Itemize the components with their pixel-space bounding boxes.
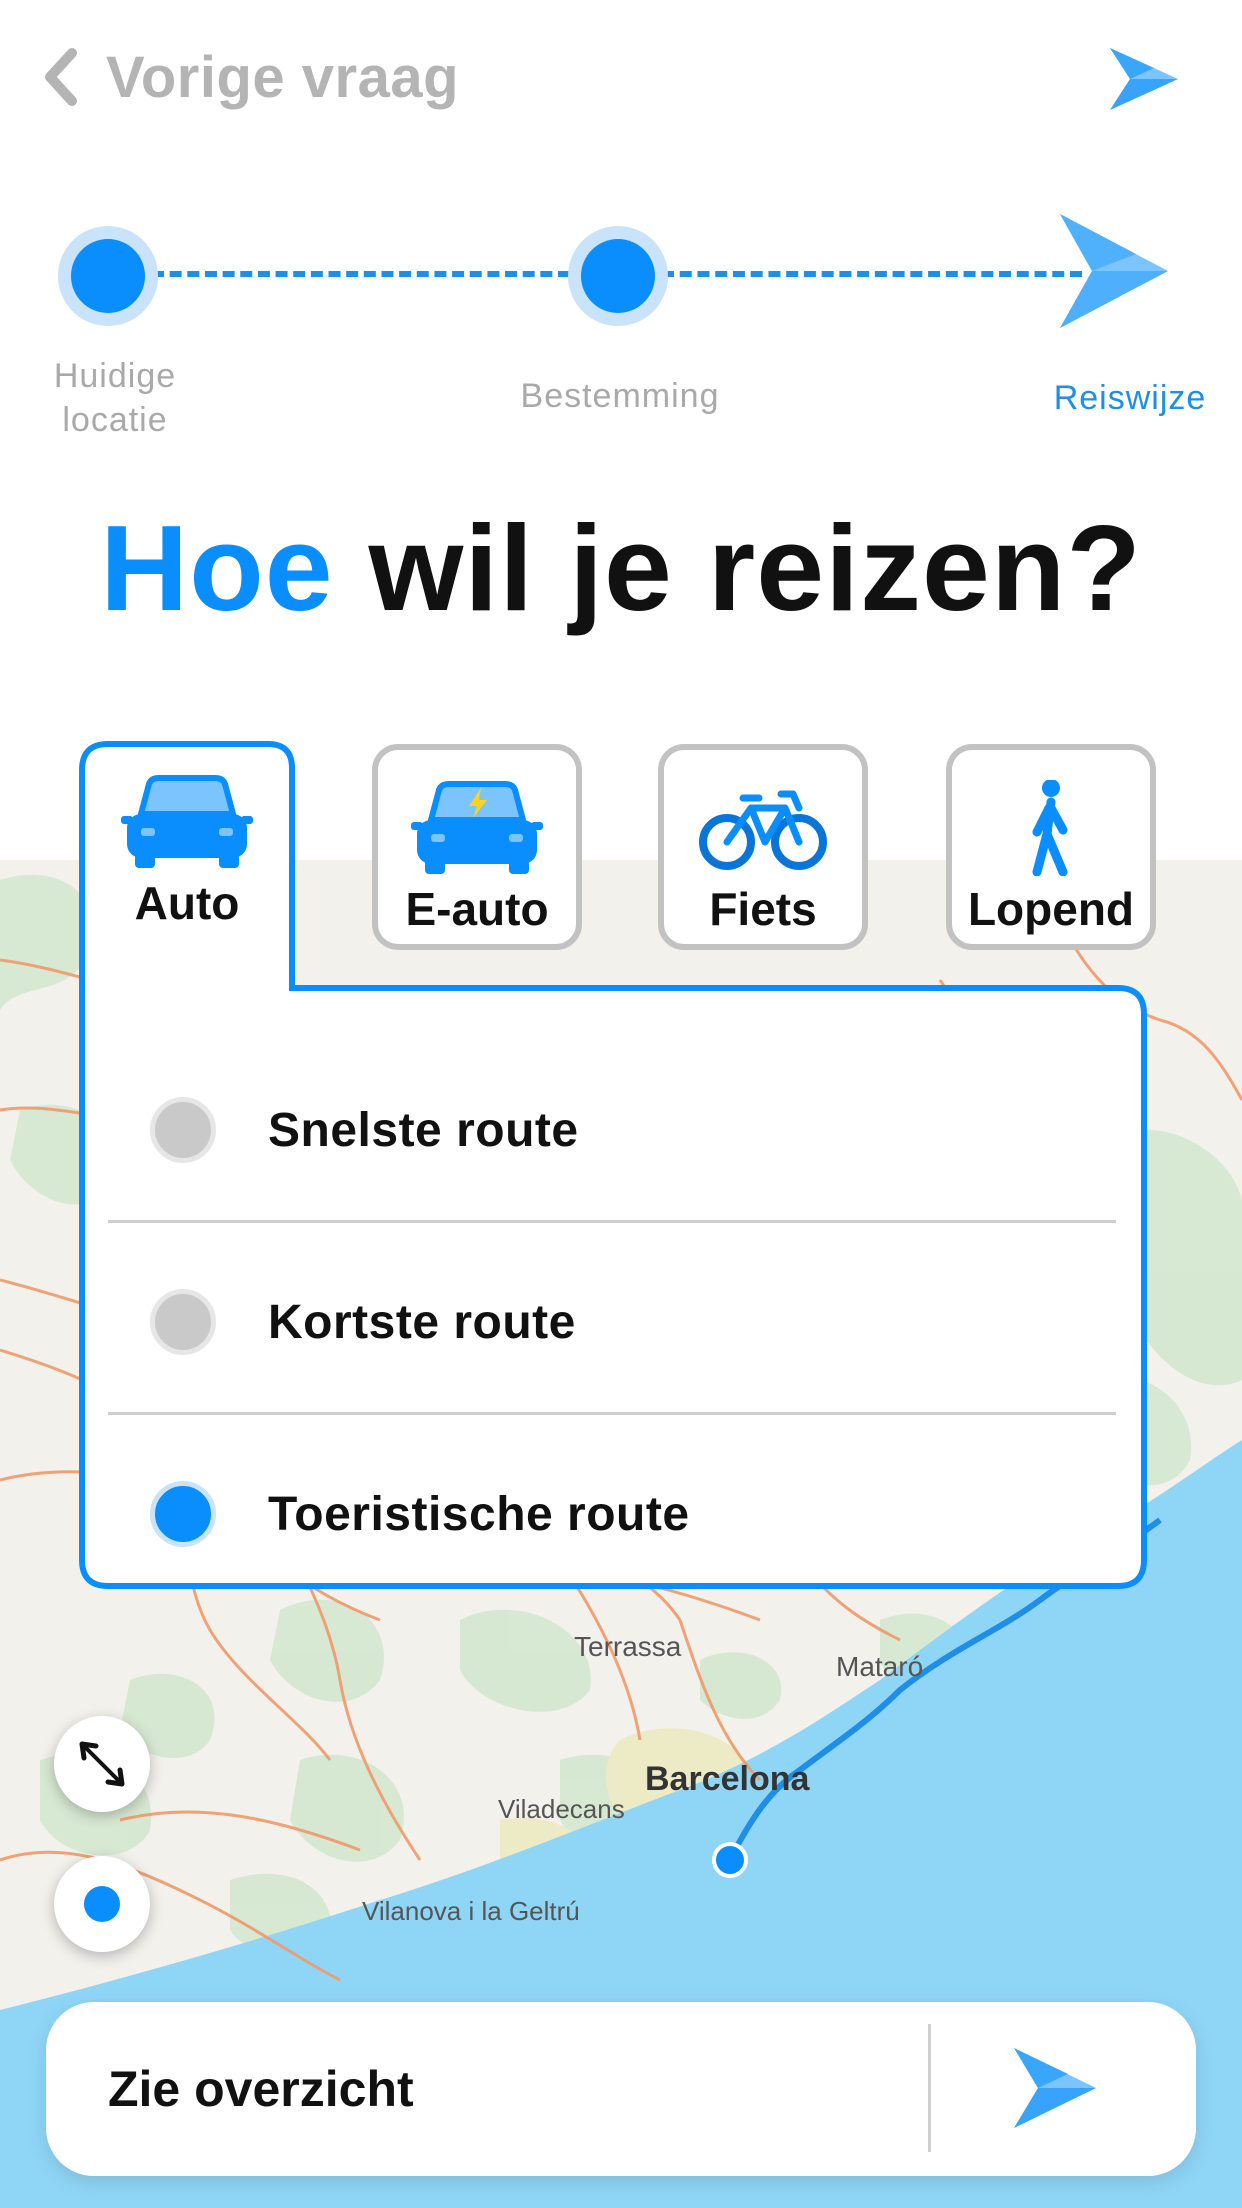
transport-tab-label: Fiets bbox=[709, 883, 817, 935]
walking-person-icon bbox=[1032, 780, 1068, 876]
overview-bar[interactable]: Zie overzicht bbox=[46, 2002, 1196, 2176]
route-option-kortste[interactable]: Kortste route bbox=[108, 1232, 1118, 1412]
location-dot-icon bbox=[84, 1886, 120, 1922]
overview-label: Zie overzicht bbox=[108, 2061, 414, 2117]
step-dot-bestemming[interactable] bbox=[568, 226, 668, 326]
chevron-left-icon bbox=[45, 48, 77, 106]
brand-arrow-icon bbox=[1110, 48, 1178, 110]
step-arrow-icon bbox=[1060, 214, 1168, 328]
electric-car-icon bbox=[411, 781, 543, 874]
bottom-divider bbox=[928, 2024, 931, 2152]
car-icon bbox=[121, 775, 253, 868]
bicycle-icon bbox=[699, 790, 827, 870]
step-connector bbox=[152, 271, 570, 277]
step-label-huidige-locatie: Huidige locatie bbox=[53, 357, 177, 439]
next-arrow-icon[interactable] bbox=[1006, 2040, 1102, 2136]
step-label-bestemming: Bestemming bbox=[520, 377, 720, 415]
back-button[interactable]: Vorige vraag bbox=[38, 42, 459, 112]
step-dot-huidige-locatie[interactable] bbox=[58, 226, 158, 326]
page-title-accent: Hoe bbox=[100, 500, 334, 636]
route-option-label: Kortste route bbox=[268, 1295, 576, 1349]
radio-button[interactable] bbox=[150, 1097, 216, 1163]
transport-tab-label: Auto bbox=[134, 877, 240, 929]
back-label: Vorige vraag bbox=[106, 44, 460, 110]
map-label-terrassa: Terrassa bbox=[574, 1631, 682, 1662]
page-title: Hoe wil je reizen? bbox=[0, 498, 1242, 638]
progress-stepper: Huidige locatie Bestemming Reiswijze bbox=[0, 200, 1242, 440]
transport-tab-label: E-auto bbox=[405, 883, 549, 935]
option-divider bbox=[108, 1220, 1116, 1223]
step-connector bbox=[662, 271, 1082, 277]
route-option-label: Snelste route bbox=[268, 1103, 579, 1157]
transport-tab-e-auto[interactable]: E-auto bbox=[372, 744, 582, 950]
transport-tab-label: Lopend bbox=[967, 883, 1135, 935]
route-option-label: Toeristische route bbox=[268, 1487, 690, 1541]
transport-tab-auto[interactable]: Auto bbox=[82, 744, 292, 950]
radio-button[interactable] bbox=[150, 1289, 216, 1355]
map-label-mataro: Mataró bbox=[836, 1651, 923, 1682]
expand-arrows-icon bbox=[79, 1741, 125, 1787]
route-option-toeristische[interactable]: Toeristische route bbox=[108, 1424, 1118, 1604]
locate-me-button[interactable] bbox=[54, 1856, 150, 1952]
map-label-vilanova: Vilanova i la Geltrú bbox=[362, 1896, 580, 1926]
option-divider bbox=[108, 1412, 1116, 1415]
transport-tab-lopend[interactable]: Lopend bbox=[946, 744, 1156, 950]
map-label-viladecans: Viladecans bbox=[498, 1794, 625, 1824]
step-label-reiswijze: Reiswijze bbox=[1053, 379, 1207, 417]
transport-tab-fiets[interactable]: Fiets bbox=[658, 744, 868, 950]
route-option-snelste[interactable]: Snelste route bbox=[108, 1040, 1118, 1220]
expand-map-button[interactable] bbox=[54, 1716, 150, 1812]
page-title-rest: wil je reizen? bbox=[368, 500, 1142, 636]
map-label-barcelona: Barcelona bbox=[645, 1760, 810, 1798]
radio-button-checked[interactable] bbox=[150, 1481, 216, 1547]
